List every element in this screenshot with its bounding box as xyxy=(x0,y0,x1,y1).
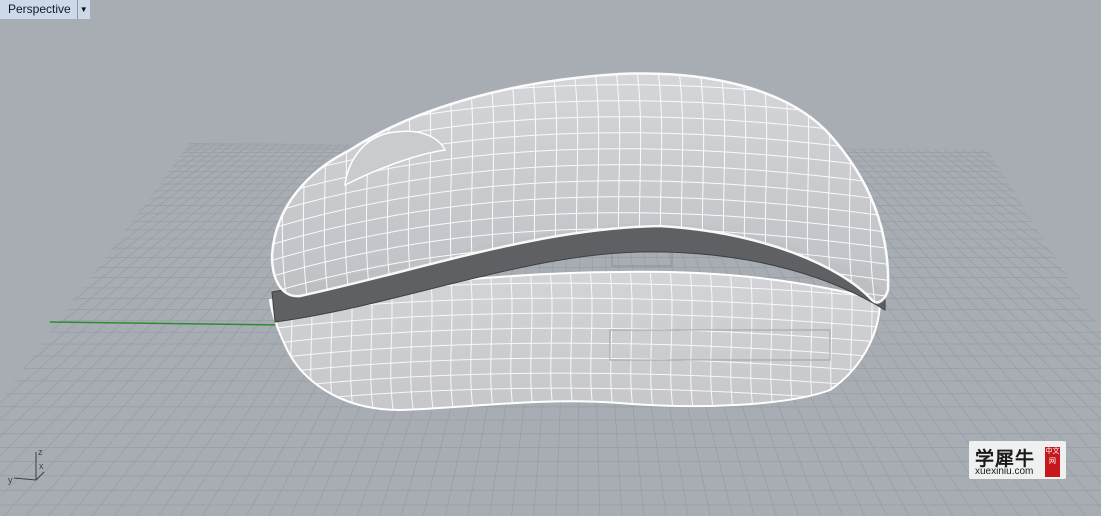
watermark-url: xuexiniu.com xyxy=(975,466,1034,477)
perspective-viewport[interactable]: z x y Perspective ▼ 学犀牛 xuexiniu.com 中文网 xyxy=(0,0,1101,516)
viewport-title[interactable]: Perspective xyxy=(0,0,78,19)
axis-label-x: x xyxy=(39,461,44,471)
mouse-model[interactable] xyxy=(260,69,900,415)
inner-detail xyxy=(611,251,673,267)
watermark-seal: 中文网 xyxy=(1045,447,1060,477)
axis-label-y: y xyxy=(8,475,13,485)
axis-label-z: z xyxy=(38,447,43,457)
x-axis-line xyxy=(49,321,281,326)
triangle-down-icon[interactable]: ▼ xyxy=(77,0,90,19)
viewport-tab[interactable]: Perspective ▼ xyxy=(0,0,90,19)
3d-scene[interactable] xyxy=(0,0,1101,516)
watermark-logo: 学犀牛 xuexiniu.com 中文网 xyxy=(969,441,1066,479)
